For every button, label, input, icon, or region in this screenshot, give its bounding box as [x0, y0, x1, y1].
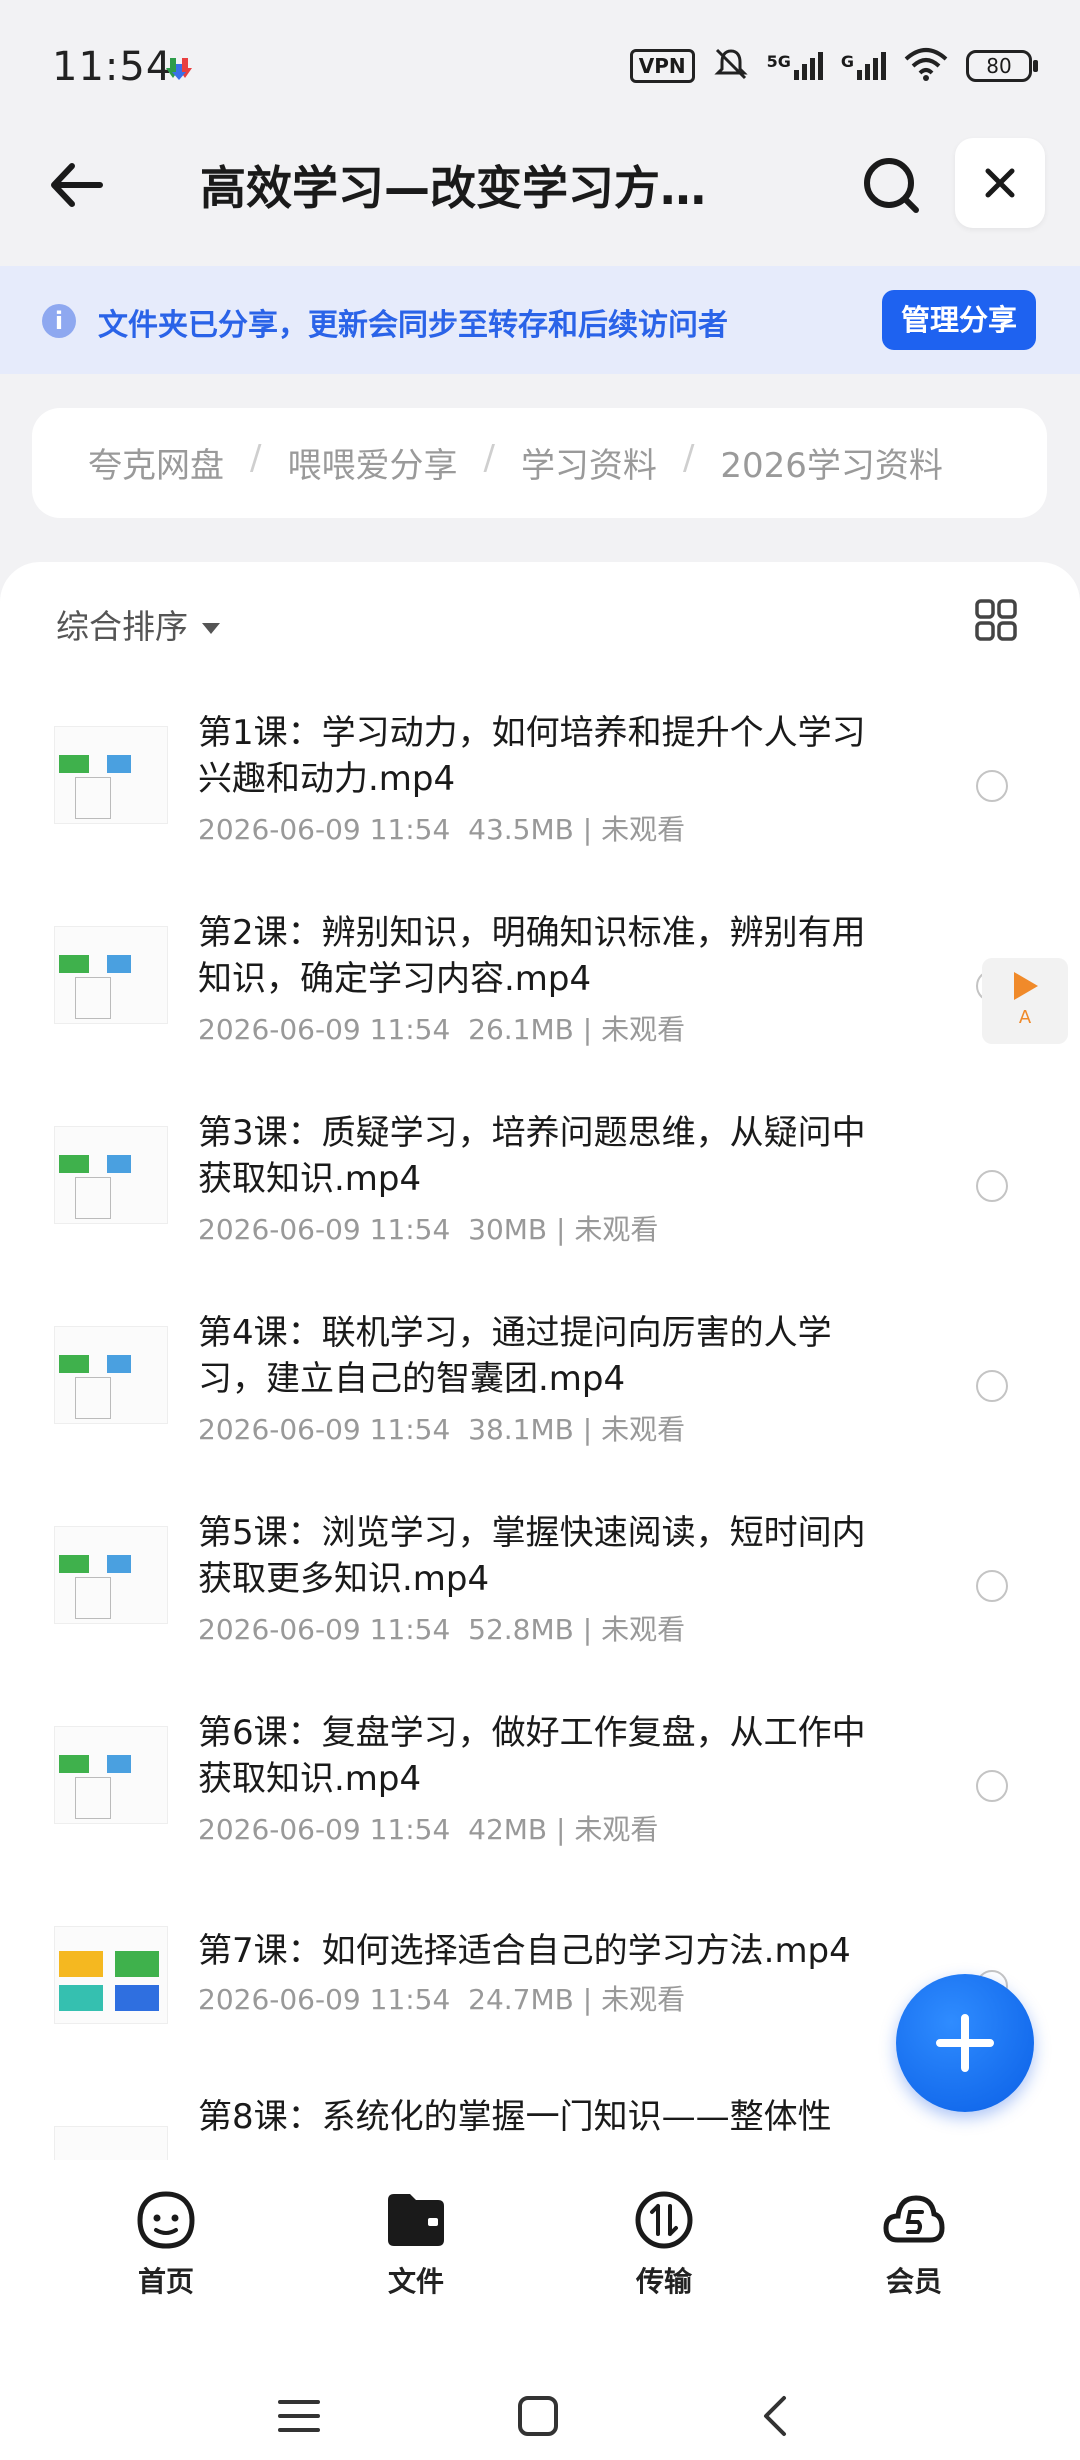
close-icon [985, 168, 1015, 198]
folder-icon [388, 2194, 444, 2246]
select-checkbox[interactable] [976, 770, 1008, 802]
sort-dropdown[interactable]: 综合排序 [56, 600, 220, 648]
breadcrumb: 夸克网盘 / 喂喂爱分享 / 学习资料 / 2026学习资料 [32, 408, 1047, 518]
select-checkbox[interactable] [976, 1170, 1008, 1202]
file-row[interactable]: 第5课：浏览学习，掌握快速阅读，短时间内获取更多知识.mp4 2026-06-0… [0, 1498, 1080, 1698]
file-name: 第7课：如何选择适合自己的学习方法.mp4 [198, 1931, 851, 1971]
file-meta: 2026-06-09 11:54 43.5MB | 未观看 [198, 813, 686, 846]
page-title: 高效学习—改变学习方… [200, 161, 706, 215]
clock: 11:54 [52, 44, 173, 90]
nav-member[interactable]: 会员 [834, 2190, 994, 2300]
grid-icon [975, 599, 1017, 641]
nav-files[interactable]: 文件 [336, 2190, 496, 2300]
plus-icon [936, 2014, 994, 2072]
file-meta: 2026-06-09 11:54 26.1MB | 未观看 [198, 1013, 686, 1046]
video-thumbnail [54, 926, 168, 1024]
search-icon [864, 158, 919, 213]
menu-button[interactable] [276, 2396, 322, 2440]
file-row[interactable]: 第1课：学习动力，如何培养和提升个人学习兴趣和动力.mp4 2026-06-09… [0, 698, 1080, 898]
file-meta: 2026-06-09 11:54 42MB | 未观看 [198, 1813, 659, 1846]
video-thumbnail [54, 1726, 168, 1824]
system-back-button[interactable] [756, 2394, 796, 2442]
nav-home[interactable]: 首页 [86, 2190, 246, 2300]
network-type-1: 5G [766, 52, 791, 71]
nav-transfer-label: 传输 [635, 2265, 692, 2298]
share-banner-text: 文件夹已分享，更新会同步至转存和后续访问者 [98, 308, 728, 343]
video-thumbnail [54, 2126, 168, 2160]
file-row[interactable]: 第3课：质疑学习，培养问题思维，从疑问中获取知识.mp4 2026-06-09 … [0, 1098, 1080, 1298]
transfer-icon [635, 2191, 693, 2249]
video-thumbnail [54, 726, 168, 824]
signal-g-icon: G [841, 52, 886, 80]
member-cloud-icon [883, 2195, 945, 2243]
grid-view-toggle[interactable] [974, 598, 1018, 642]
mute-icon [713, 46, 749, 86]
system-navigation-bar [0, 2310, 1080, 2460]
file-name: 第4课：联机学习，通过提问向厉害的人学习，建立自己的智囊团.mp4 [198, 1313, 832, 1399]
breadcrumb-separator: / [250, 438, 262, 478]
caret-down-icon [202, 623, 220, 634]
play-icon [1014, 972, 1038, 1000]
floating-player-widget[interactable]: A [982, 958, 1068, 1044]
smiley-home-icon [137, 2191, 195, 2249]
vpn-badge: VPN [629, 49, 695, 83]
video-thumbnail [54, 1926, 168, 2024]
breadcrumb-item-share[interactable]: 喂喂爱分享 [287, 438, 457, 487]
file-meta: 2026-06-09 11:54 24.7MB | 未观看 [198, 1983, 686, 2016]
close-button[interactable] [955, 138, 1045, 228]
menu-icon [278, 2400, 320, 2432]
video-thumbnail [54, 1526, 168, 1624]
sort-label: 综合排序 [56, 607, 188, 646]
home-button[interactable] [516, 2394, 560, 2442]
file-meta: 2026-06-09 11:54 52.8MB | 未观看 [198, 1613, 686, 1646]
floating-widget-label: A [1018, 1007, 1032, 1028]
file-row[interactable]: 第4课：联机学习，通过提问向厉害的人学习，建立自己的智囊团.mp4 2026-0… [0, 1298, 1080, 1498]
file-name: 第8课：系统化的掌握一门知识——整体性 [198, 2098, 832, 2137]
signal-5g-icon: 5G [767, 52, 823, 80]
breadcrumb-item-materials[interactable]: 学习资料 [521, 438, 657, 487]
select-checkbox[interactable] [976, 1570, 1008, 1602]
battery-indicator: 80 [966, 50, 1038, 82]
file-name: 第3课：质疑学习，培养问题思维，从疑问中获取知识.mp4 [198, 1113, 866, 1199]
chevron-left-icon [764, 2396, 786, 2436]
file-name: 第1课：学习动力，如何培养和提升个人学习兴趣和动力.mp4 [198, 713, 866, 799]
file-name: 第5课：浏览学习，掌握快速阅读，短时间内获取更多知识.mp4 [198, 1513, 866, 1599]
nav-files-label: 文件 [387, 2265, 444, 2298]
nav-home-label: 首页 [137, 2265, 194, 2298]
video-thumbnail [54, 1326, 168, 1424]
file-name: 第2课：辨别知识，明确知识标准，辨别有用知识，确定学习内容.mp4 [198, 913, 866, 999]
add-button[interactable] [896, 1974, 1034, 2112]
file-name: 第6课：复盘学习，做好工作复盘，从工作中获取知识.mp4 [198, 1713, 866, 1799]
file-row[interactable]: 第2课：辨别知识，明确知识标准，辨别有用知识，确定学习内容.mp4 2026-0… [0, 898, 1080, 1098]
file-row[interactable]: 第6课：复盘学习，做好工作复盘，从工作中获取知识.mp4 2026-06-09 … [0, 1698, 1080, 1898]
info-icon: i [42, 304, 76, 338]
file-meta: 2026-06-09 11:54 38.1MB | 未观看 [198, 1413, 686, 1446]
select-checkbox[interactable] [976, 1370, 1008, 1402]
video-thumbnail [54, 1126, 168, 1224]
manage-share-button[interactable]: 管理分享 [882, 290, 1036, 350]
breadcrumb-item-root[interactable]: 夸克网盘 [88, 438, 224, 487]
status-bar: 11:54 VPN 5G G 80 [0, 0, 1080, 130]
arrow-left-icon [51, 163, 103, 207]
wifi-icon [904, 47, 948, 85]
breadcrumb-separator: / [682, 438, 695, 478]
square-home-icon [518, 2396, 558, 2436]
download-app-icon [166, 56, 194, 86]
breadcrumb-item-2026[interactable]: 2026学习资料 [720, 438, 943, 487]
select-checkbox[interactable] [976, 1770, 1008, 1802]
file-meta: 2026-06-09 11:54 30MB | 未观看 [198, 1213, 659, 1246]
nav-transfer[interactable]: 传输 [584, 2190, 744, 2300]
network-type-2: G [840, 52, 854, 71]
nav-member-label: 会员 [885, 2265, 942, 2298]
breadcrumb-separator: / [483, 438, 495, 478]
status-icons: VPN 5G G 80 [629, 46, 1038, 86]
back-button[interactable] [44, 150, 114, 220]
search-button[interactable] [856, 150, 928, 222]
